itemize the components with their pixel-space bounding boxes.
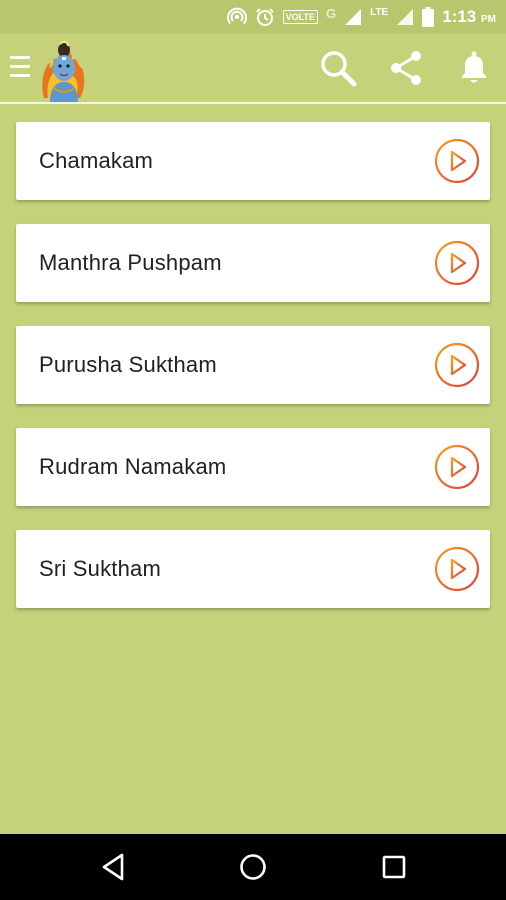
list-item-label: Rudram Namakam [39, 454, 227, 479]
list-item-rudram-namakam[interactable]: Rudram Namakam [16, 428, 490, 506]
hamburger-icon[interactable] [10, 56, 30, 80]
list-item-label: Manthra Pushpam [39, 250, 222, 275]
play-icon[interactable] [434, 240, 480, 286]
list-item-label: Purusha Suktham [39, 352, 217, 377]
recent-apps-icon[interactable] [378, 851, 410, 883]
network-type-lte: LTE [370, 7, 389, 18]
bell-icon[interactable] [454, 48, 494, 88]
signal-icon [345, 9, 362, 25]
signal-icon-2 [397, 9, 414, 25]
list-item-chamakam[interactable]: Chamakam [16, 122, 490, 200]
share-icon[interactable] [386, 48, 426, 88]
volte-badge: VOLTE [282, 10, 318, 24]
app-bar-divider [0, 102, 506, 104]
list-item-label: Sri Suktham [39, 556, 162, 581]
hotspot-icon [226, 7, 247, 25]
list-item-purusha-suktham[interactable]: Purusha Suktham [16, 326, 490, 404]
status-bar: VOLTE G LTE 1:13 PM [0, 0, 506, 34]
navigation-bar [0, 834, 506, 900]
app-bar [0, 34, 506, 104]
play-icon[interactable] [434, 546, 480, 592]
play-icon[interactable] [434, 342, 480, 388]
deity-avatar [42, 40, 85, 102]
play-icon[interactable] [434, 444, 480, 490]
list-item-label: Chamakam [39, 148, 154, 173]
play-icon[interactable] [434, 138, 480, 184]
home-icon[interactable] [237, 851, 269, 883]
battery-icon [422, 7, 435, 27]
list-item-sri-suktham[interactable]: Sri Suktham [16, 530, 490, 608]
network-type-g: G [325, 5, 337, 21]
back-icon[interactable] [98, 851, 130, 883]
clock: 1:13 PM [442, 7, 496, 26]
search-icon[interactable] [318, 48, 358, 88]
alarm-icon [255, 8, 274, 26]
list-item-manthra-pushpam[interactable]: Manthra Pushpam [16, 224, 490, 302]
